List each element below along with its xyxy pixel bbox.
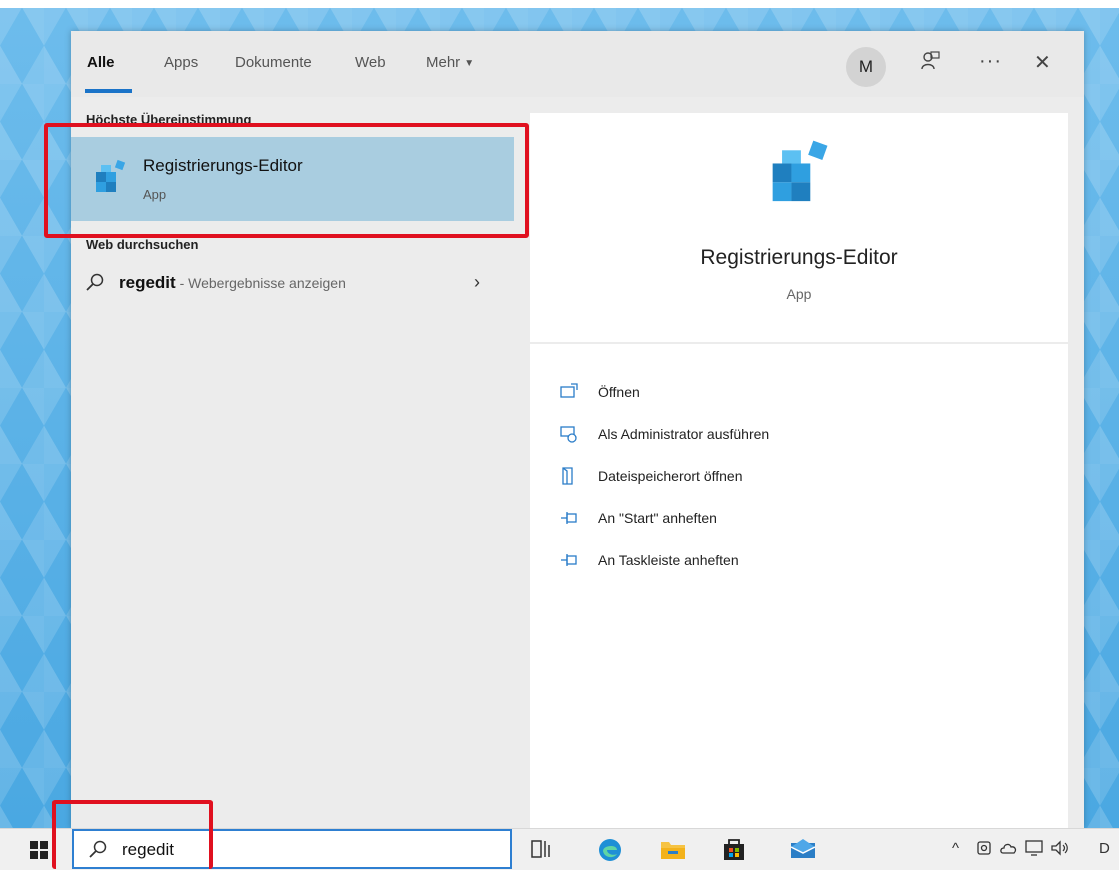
- tab-documents[interactable]: Dokumente: [235, 54, 312, 71]
- tabs-bar: Alle Apps Dokumente Web Mehr ▼ M ··· ✕: [71, 31, 1084, 97]
- tab-web[interactable]: Web: [355, 54, 386, 71]
- action-open-label: Öffnen: [598, 384, 640, 400]
- tab-more-label: Mehr: [426, 54, 461, 71]
- task-view-icon[interactable]: [530, 837, 554, 861]
- close-icon[interactable]: ✕: [1034, 50, 1051, 75]
- action-open-file-location-label: Dateispeicherort öffnen: [598, 468, 743, 484]
- caret-down-icon: ▼: [464, 58, 475, 69]
- tab-all[interactable]: Alle: [87, 54, 115, 71]
- more-icon[interactable]: ···: [979, 50, 1002, 73]
- run-as-admin-icon: [560, 425, 578, 443]
- registry-editor-large-icon: [767, 139, 831, 208]
- web-search-item[interactable]: regedit - Webergebnisse anzeigen ›: [71, 265, 514, 303]
- windows-start-icon[interactable]: [30, 841, 48, 859]
- web-query-hint: - Webergebnisse anzeigen: [175, 275, 346, 291]
- edge-browser-icon[interactable]: [597, 837, 621, 861]
- action-run-as-admin-label: Als Administrator ausführen: [598, 426, 770, 442]
- tab-more[interactable]: Mehr ▼: [426, 54, 474, 71]
- open-icon: [560, 383, 578, 401]
- detail-title: Registrierungs-Editor: [700, 246, 898, 269]
- mail-icon[interactable]: [790, 837, 816, 861]
- onedrive-icon[interactable]: [1000, 840, 1018, 860]
- pin-icon: [560, 509, 578, 527]
- tab-apps[interactable]: Apps: [164, 54, 198, 71]
- detail-actions: Öffnen Als Administrator ausführen Datei…: [530, 344, 1068, 828]
- network-icon[interactable]: [1025, 840, 1043, 860]
- detail-header: Registrierungs-Editor App: [530, 113, 1068, 342]
- store-icon[interactable]: [722, 837, 746, 861]
- pin-icon: [560, 551, 578, 569]
- feedback-icon[interactable]: [919, 50, 941, 78]
- chevron-up-icon[interactable]: ^: [952, 840, 959, 857]
- tray-partial-text: D: [1099, 840, 1110, 857]
- action-pin-start-label: An "Start" anheften: [598, 510, 717, 526]
- search-icon: [85, 272, 105, 297]
- active-tab-indicator: [85, 89, 132, 93]
- user-avatar[interactable]: M: [846, 47, 886, 87]
- web-query-text: regedit: [119, 273, 176, 292]
- file-explorer-icon[interactable]: [660, 837, 685, 861]
- meet-now-icon[interactable]: [976, 840, 992, 860]
- detail-subtitle: App: [786, 286, 812, 302]
- highlight-box-best-match: [44, 123, 529, 238]
- file-location-icon: [560, 467, 578, 485]
- web-search-query: regedit - Webergebnisse anzeigen: [119, 273, 346, 293]
- chevron-right-icon[interactable]: ›: [474, 272, 480, 293]
- web-search-label: Web durchsuchen: [86, 237, 199, 252]
- action-pin-taskbar-label: An Taskleiste anheften: [598, 552, 739, 568]
- volume-icon[interactable]: [1050, 840, 1070, 860]
- highlight-box-search: [52, 800, 213, 869]
